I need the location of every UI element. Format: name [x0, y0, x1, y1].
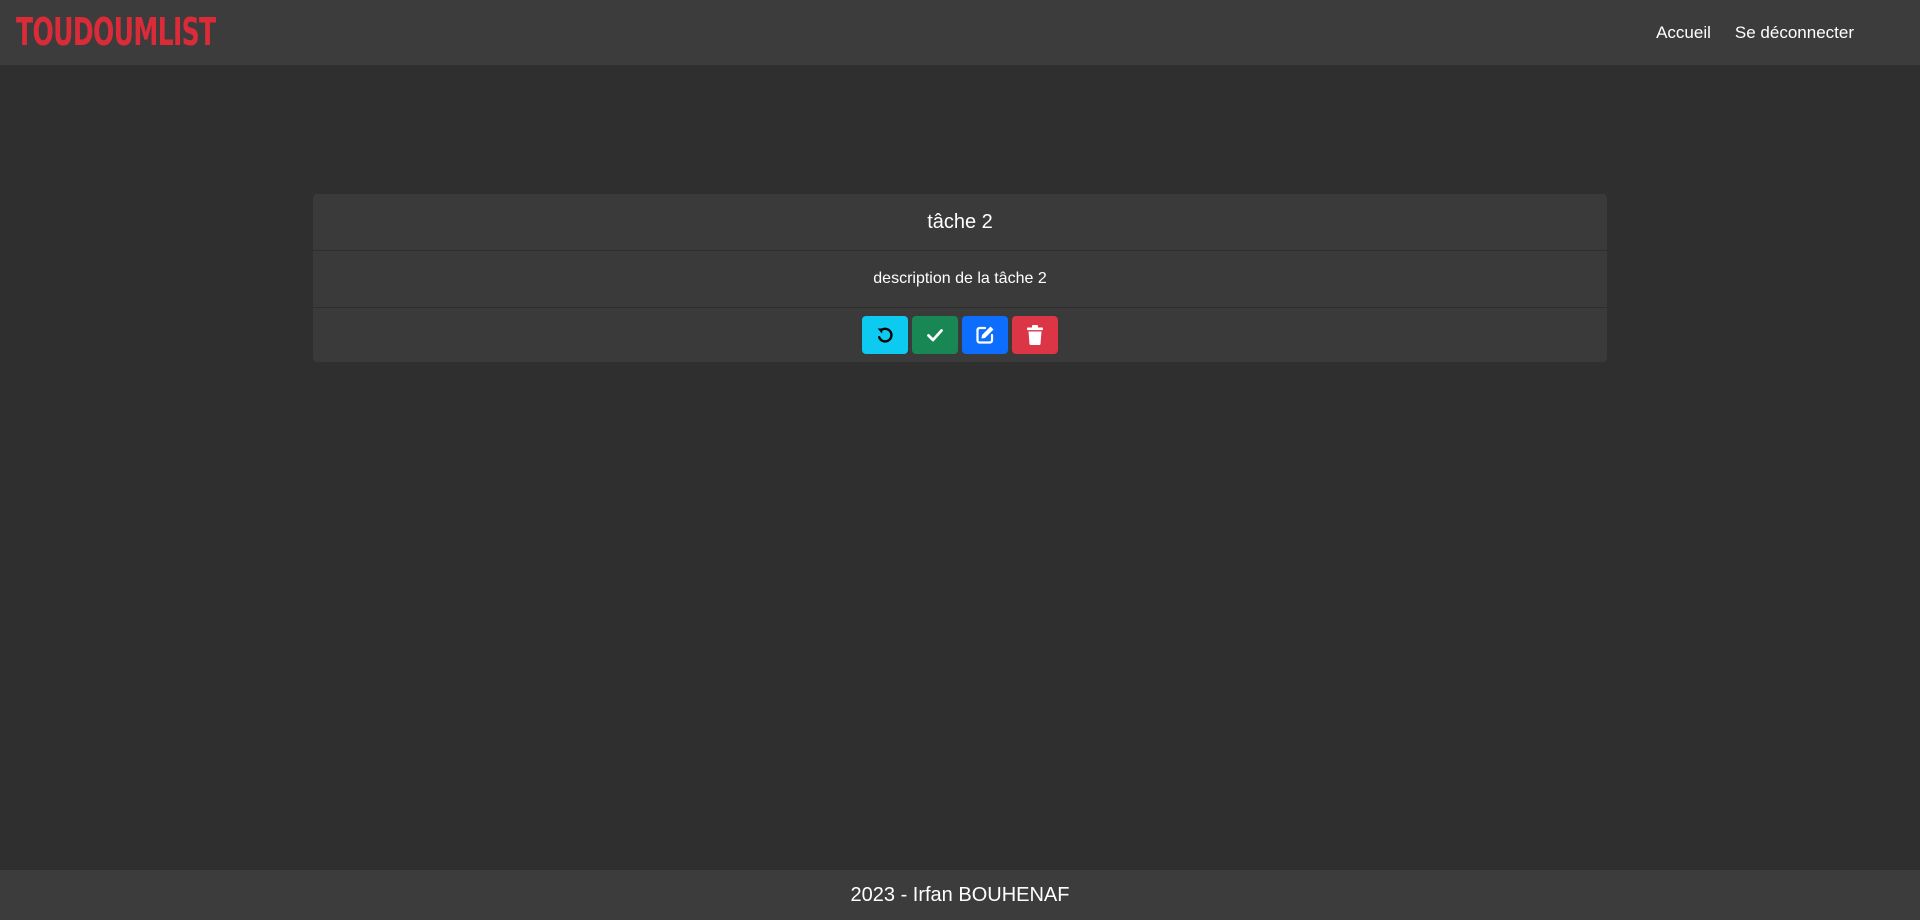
navbar: TOUDOUMLIST Accueil Se déconnecter — [0, 0, 1920, 65]
edit-icon — [976, 326, 994, 344]
task-actions — [313, 308, 1607, 362]
task-title: tâche 2 — [927, 210, 993, 233]
trash-icon — [1027, 325, 1043, 346]
task-description-row: description de la tâche 2 — [313, 251, 1607, 308]
task-title-row: tâche 2 — [313, 194, 1607, 251]
footer: 2023 - Irfan BOUHENAF — [0, 870, 1920, 920]
undo-icon — [877, 327, 893, 343]
undo-button[interactable] — [862, 316, 908, 354]
task-card: tâche 2 description de la tâche 2 — [313, 194, 1607, 362]
nav-links: Accueil Se déconnecter — [1656, 0, 1854, 65]
brand-logo[interactable]: TOUDOUMLIST — [16, 8, 216, 56]
nav-link-accueil[interactable]: Accueil — [1656, 23, 1711, 43]
edit-button[interactable] — [962, 316, 1008, 354]
check-icon — [927, 329, 943, 342]
complete-button[interactable] — [912, 316, 958, 354]
delete-button[interactable] — [1012, 316, 1058, 354]
nav-link-logout[interactable]: Se déconnecter — [1735, 23, 1854, 43]
footer-text: 2023 - Irfan BOUHENAF — [850, 883, 1070, 906]
task-description: description de la tâche 2 — [873, 270, 1047, 287]
